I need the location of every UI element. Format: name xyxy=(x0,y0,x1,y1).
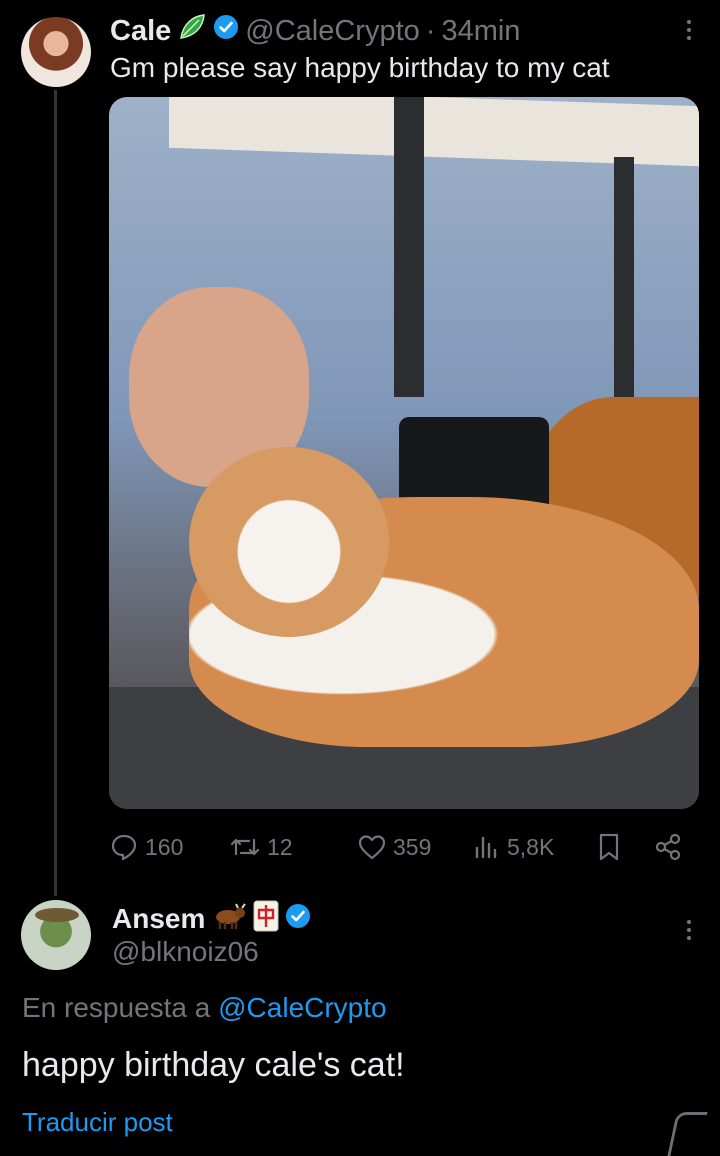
reply-avatar[interactable] xyxy=(21,900,91,970)
ox-emoji-icon xyxy=(211,902,247,937)
reply-text: happy birthday cale's cat! xyxy=(22,1046,405,1084)
verified-badge-icon xyxy=(285,903,311,936)
views-bar-chart-icon xyxy=(473,833,501,861)
tweet-text: Gm please say happy birthday to my cat xyxy=(110,52,610,83)
reply-author-name[interactable]: Ansem xyxy=(112,903,205,935)
thread-connector-line xyxy=(54,90,57,896)
photo-gym-rack xyxy=(394,97,424,397)
verified-badge-icon xyxy=(213,14,239,48)
tweet-timestamp[interactable]: 34min xyxy=(441,15,520,48)
reply-count: 160 xyxy=(145,833,184,860)
meta-separator: · xyxy=(425,14,436,47)
reply-header: Ansem xyxy=(112,900,311,938)
heart-icon xyxy=(357,833,387,861)
more-options-icon[interactable] xyxy=(686,20,692,40)
photo-gym-rack-post xyxy=(614,157,634,407)
bookmark-icon xyxy=(595,832,623,862)
translate-post-link[interactable]: Traducir post xyxy=(22,1107,173,1138)
repost-icon xyxy=(229,832,261,862)
bookmark-button[interactable] xyxy=(595,830,623,864)
scroll-indicator xyxy=(667,1112,708,1156)
photo-ceiling xyxy=(169,97,699,167)
like-button[interactable]: 359 xyxy=(357,830,431,864)
author-name[interactable]: Cale xyxy=(110,15,171,48)
tweet-actions-bar: 160 12 359 5,8K xyxy=(109,830,699,864)
leaf-emoji-icon xyxy=(177,12,207,50)
reply-icon xyxy=(109,832,139,862)
repost-count: 12 xyxy=(267,833,293,860)
avatar-hat xyxy=(35,908,79,922)
views-button[interactable]: 5,8K xyxy=(473,830,554,864)
reply-more-options-icon[interactable] xyxy=(686,920,692,940)
tweet-header: Cale @CaleCrypto · 34min xyxy=(110,12,520,50)
share-icon xyxy=(653,832,683,862)
like-count: 359 xyxy=(393,833,432,860)
views-count: 5,8K xyxy=(507,833,555,860)
reply-context: En respuesta a @CaleCrypto xyxy=(22,992,387,1024)
share-button[interactable] xyxy=(653,830,683,864)
reply-author-handle[interactable]: @blknoiz06 xyxy=(112,936,259,968)
mahjong-red-dragon-emoji-icon xyxy=(253,900,279,939)
repost-button[interactable]: 12 xyxy=(229,830,293,864)
author-handle[interactable]: @CaleCrypto xyxy=(245,15,420,48)
reply-to-handle-link[interactable]: @CaleCrypto xyxy=(218,992,386,1023)
avatar[interactable] xyxy=(21,17,91,87)
tweet-media-image[interactable] xyxy=(109,97,699,809)
reply-button[interactable]: 160 xyxy=(109,830,183,864)
photo-cat-head xyxy=(189,447,389,637)
reply-prefix: En respuesta a xyxy=(22,992,211,1023)
